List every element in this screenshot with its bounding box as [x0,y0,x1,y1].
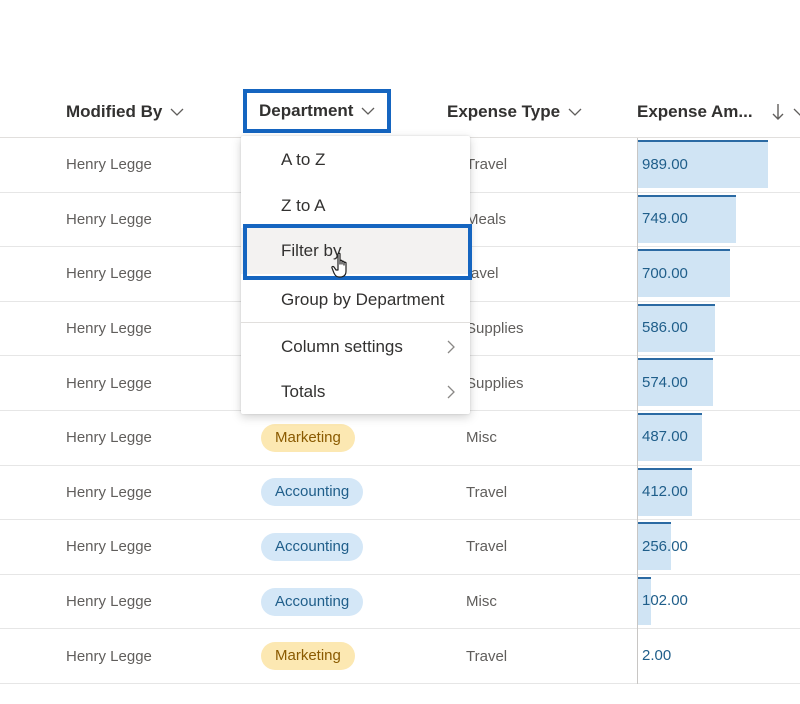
column-context-menu: A to Z Z to A Filter by Group by Departm… [241,136,470,414]
cell-expense-type: Supplies [466,320,524,338]
amount-value: 749.00 [642,210,688,228]
amount-value: 102.00 [642,592,688,610]
department-pill: Accounting [261,478,364,507]
table-row[interactable]: Henry Legge Marketing Travel 2.00 [0,629,800,684]
menu-item-label: A to Z [281,150,326,169]
amount-value: 574.00 [642,373,688,391]
cell-modified-by: Henry Legge [66,647,152,665]
amount-value: 256.00 [642,537,688,555]
cell-department: Accounting [261,466,364,520]
column-header-expense-amount[interactable]: Expense Am... [637,86,800,138]
cell-expense-type: Supplies [466,374,524,392]
department-pill: Accounting [261,587,364,616]
menu-item-sort-z-to-a[interactable]: Z to A [241,183,470,229]
menu-item-label: Group by Department [281,290,445,309]
cell-modified-by: Henry Legge [66,593,152,611]
column-header-modified-by[interactable]: Modified By [66,86,184,138]
cell-modified-by: Henry Legge [66,320,152,338]
cell-expense-type: Travel [466,156,508,174]
cell-modified-by: Henry Legge [66,265,152,283]
column-divider [637,138,638,684]
cell-modified-by: Henry Legge [66,483,152,501]
menu-item-column-settings[interactable]: Column settings [241,324,470,370]
amount-value: 989.00 [642,155,688,173]
chevron-down-icon [361,104,375,118]
cell-modified-by: Henry Legge [66,210,152,228]
cell-department: Marketing [261,629,355,683]
cell-expense-type: Misc [466,593,497,611]
column-header-label: Modified By [66,102,163,121]
cell-expense-type: Travel [466,538,508,556]
amount-value: 487.00 [642,428,688,446]
cell-department: Marketing [261,411,355,465]
department-pill: Accounting [261,532,364,561]
chevron-right-icon [446,339,456,355]
department-pill: Marketing [261,642,355,671]
menu-item-label: Totals [281,382,326,401]
cell-expense-type: Travel [466,647,508,665]
chevron-right-icon [446,384,456,400]
table-row[interactable]: Henry Legge Marketing Misc 487.00 [0,411,800,466]
department-pill: Marketing [261,423,355,452]
amount-value: 586.00 [642,319,688,337]
menu-item-filter-by[interactable]: Filter by [241,228,470,274]
cell-department: Accounting [261,520,364,574]
table-row[interactable]: Henry Legge Accounting Travel 412.00 [0,466,800,521]
cell-expense-type: Travel [466,483,508,501]
column-header-label: Expense Am... [637,102,753,121]
cell-modified-by: Henry Legge [66,374,152,392]
column-header-department[interactable]: Department [243,89,392,133]
amount-value: 700.00 [642,264,688,282]
column-header-label: Expense Type [447,102,561,121]
list-header: Modified By Department Expense Type Expe… [0,86,800,138]
menu-item-group-by[interactable]: Group by Department [241,277,470,323]
menu-item-totals[interactable]: Totals [241,369,470,415]
menu-item-label: Z to A [281,196,326,215]
cell-expense-type: Meals [466,210,507,228]
menu-item-sort-a-to-z[interactable]: A to Z [241,137,470,183]
cell-expense-type: Misc [466,429,497,447]
menu-item-label: Filter by [281,241,342,260]
cell-modified-by: Henry Legge [66,156,152,174]
chevron-down-icon [170,105,184,119]
amount-value: 2.00 [642,646,672,664]
column-header-label: Department [259,101,354,120]
menu-item-label: Column settings [281,337,403,356]
cell-modified-by: Henry Legge [66,429,152,447]
table-row[interactable]: Henry Legge Accounting Misc 102.00 [0,575,800,630]
chevron-down-icon [568,105,582,119]
chevron-down-icon [793,105,800,119]
cell-modified-by: Henry Legge [66,538,152,556]
cell-expense-type: ravel [466,265,499,283]
cell-department: Accounting [261,575,364,629]
column-header-expense-type[interactable]: Expense Type [447,86,582,138]
menu-divider [241,322,470,323]
table-row[interactable]: Henry Legge Accounting Travel 256.00 [0,520,800,575]
amount-value: 412.00 [642,483,688,501]
arrow-down-icon [771,103,785,121]
